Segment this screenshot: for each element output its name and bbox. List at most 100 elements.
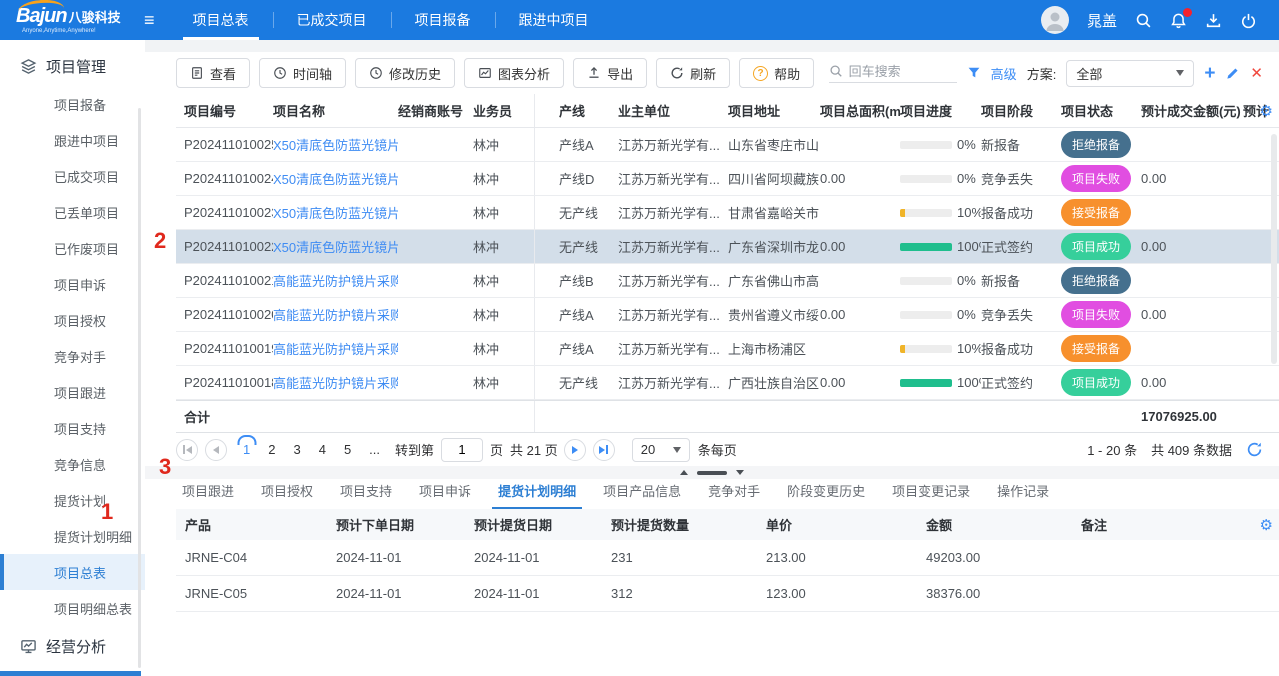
detail-tab-delivery-plan-detail[interactable]: 提货计划明细 [492, 481, 582, 509]
sidebar-item-project-support[interactable]: 项目支持 [0, 410, 145, 446]
download-icon[interactable] [1205, 12, 1222, 29]
col-header-product[interactable]: 产品 [176, 515, 336, 534]
panel-splitter[interactable] [145, 466, 1279, 479]
export-button[interactable]: 导出 [573, 58, 647, 88]
notifications-bell-icon[interactable] [1170, 12, 1187, 29]
sidebar-bottom-scrollbar[interactable] [0, 671, 141, 676]
table-scrollbar[interactable] [1271, 134, 1277, 364]
detail-tab-appeal[interactable]: 项目申诉 [413, 481, 477, 509]
edit-scheme-icon[interactable] [1225, 66, 1240, 81]
project-name-link[interactable]: X50清底色防蓝光镜片... [273, 135, 398, 154]
table-row-selected[interactable]: P202411010022 X50清底色防蓝光镜片... 林冲 无产线 江苏万新… [176, 230, 1279, 264]
goto-page-input[interactable] [441, 438, 483, 462]
project-name-link[interactable]: X50清底色防蓝光镜片... [273, 169, 398, 188]
col-header-pickup-date[interactable]: 预计提货日期 [474, 515, 611, 534]
col-header-stage[interactable]: 项目阶段 [981, 101, 1061, 120]
col-header-area[interactable]: 项目总面积(m²) [820, 101, 900, 120]
page-number-1[interactable]: 1 [234, 442, 259, 457]
table-row[interactable]: P202411010018 高能蓝光防护镜片采购... 林冲 无产线 江苏万新光… [176, 366, 1279, 400]
detail-tab-support[interactable]: 项目支持 [334, 481, 398, 509]
drag-handle[interactable] [697, 471, 727, 475]
col-header-owner[interactable]: 业主单位 [618, 101, 728, 120]
top-tab-project-summary[interactable]: 项目总表 [169, 0, 273, 40]
sidebar-item-delivery-plan[interactable]: 提货计划 [0, 482, 145, 518]
col-header-address[interactable]: 项目地址 [728, 101, 820, 120]
sidebar-item-competition-info[interactable]: 竞争信息 [0, 446, 145, 482]
username[interactable]: 晁盖 [1087, 10, 1117, 31]
top-tab-project-filing[interactable]: 项目报备 [391, 0, 495, 40]
page-number-5[interactable]: 5 [335, 442, 360, 457]
detail-tab-authorization[interactable]: 项目授权 [255, 481, 319, 509]
page-ellipsis[interactable]: ... [360, 442, 389, 457]
detail-tab-change-log[interactable]: 项目变更记录 [886, 481, 976, 509]
sidebar-item-project-appeal[interactable]: 项目申诉 [0, 266, 145, 302]
detail-row[interactable]: JRNE-C04 2024-11-01 2024-11-01 231 213.0… [176, 540, 1279, 576]
table-row[interactable]: P202411010025 X50清底色防蓝光镜片... 林冲 产线A 江苏万新… [176, 128, 1279, 162]
sidebar-item-lost-projects[interactable]: 已丢单项目 [0, 194, 145, 230]
next-page-button[interactable] [564, 439, 586, 461]
user-avatar[interactable] [1041, 6, 1069, 34]
sidebar-scrollbar[interactable] [138, 108, 141, 668]
status-badge[interactable]: 接受报备 [1061, 199, 1131, 226]
status-badge[interactable]: 项目失败 [1061, 301, 1131, 328]
detail-tab-stage-history[interactable]: 阶段变更历史 [781, 481, 871, 509]
add-scheme-icon[interactable]: + [1204, 64, 1215, 83]
status-badge[interactable]: 项目成功 [1061, 233, 1131, 260]
detail-tab-follow-up[interactable]: 项目跟进 [176, 481, 240, 509]
last-page-button[interactable] [593, 439, 615, 461]
col-header-qty[interactable]: 预计提货数量 [611, 515, 766, 534]
col-header-order-date[interactable]: 预计下单日期 [336, 515, 474, 534]
sidebar-item-competitors[interactable]: 竞争对手 [0, 338, 145, 374]
sidebar-item-project-detail-summary[interactable]: 项目明细总表 [0, 590, 145, 626]
sidebar-item-closed-projects[interactable]: 已成交项目 [0, 158, 145, 194]
table-row[interactable]: P202411010019 高能蓝光防护镜片采购... 林冲 产线A 江苏万新光… [176, 332, 1279, 366]
detail-row[interactable]: JRNE-C05 2024-11-01 2024-11-01 312 123.0… [176, 576, 1279, 612]
column-settings-gear-icon[interactable]: ⚙ [1260, 516, 1273, 534]
project-name-link[interactable]: 高能蓝光防护镜片采购... [273, 373, 398, 392]
search-input[interactable] [849, 64, 957, 79]
col-header-line[interactable]: 产线 [534, 94, 618, 127]
top-tab-closed-projects[interactable]: 已成交项目 [273, 0, 391, 40]
sidebar-item-project-follow-up[interactable]: 项目跟进 [0, 374, 145, 410]
col-header-price[interactable]: 单价 [766, 515, 926, 534]
delete-scheme-icon[interactable]: ✕ [1250, 64, 1263, 82]
col-header-salesman[interactable]: 业务员 [473, 101, 534, 120]
page-size-select[interactable]: 20 [632, 438, 690, 462]
power-icon[interactable] [1240, 12, 1257, 29]
sidebar-item-project-summary[interactable]: 项目总表 [0, 554, 145, 590]
sidebar-section-project-management[interactable]: 项目管理 [0, 46, 145, 86]
project-name-link[interactable]: 高能蓝光防护镜片采购... [273, 305, 398, 324]
menu-toggle-icon[interactable]: ≡ [130, 0, 169, 40]
table-row[interactable]: P202411010024 X50清底色防蓝光镜片... 林冲 产线D 江苏万新… [176, 162, 1279, 196]
chart-analysis-button[interactable]: 图表分析 [464, 58, 564, 88]
status-badge[interactable]: 接受报备 [1061, 335, 1131, 362]
table-row[interactable]: P202411010020 高能蓝光防护镜片采购... 林冲 产线A 江苏万新光… [176, 298, 1279, 332]
project-name-link[interactable]: 高能蓝光防护镜片采购... [273, 339, 398, 358]
col-header-dealer[interactable]: 经销商账号 [398, 101, 473, 120]
col-header-id[interactable]: 项目编号 [176, 101, 273, 120]
col-header-status[interactable]: 项目状态 [1061, 101, 1141, 120]
first-page-button[interactable] [176, 439, 198, 461]
collapse-down-icon[interactable] [736, 470, 744, 475]
filter-funnel-icon[interactable] [967, 66, 981, 80]
sidebar-item-following-projects[interactable]: 跟进中项目 [0, 122, 145, 158]
timeline-button[interactable]: 时间轴 [259, 58, 346, 88]
search-icon[interactable] [1135, 12, 1152, 29]
detail-tab-operation-log[interactable]: 操作记录 [991, 481, 1055, 509]
col-header-remark[interactable]: 备注 [1081, 515, 1279, 534]
page-number-3[interactable]: 3 [284, 442, 309, 457]
refresh-button[interactable]: 刷新 [656, 58, 730, 88]
status-badge[interactable]: 项目失败 [1061, 165, 1131, 192]
project-name-link[interactable]: X50清底色防蓝光镜片... [273, 203, 398, 222]
refresh-data-icon[interactable] [1246, 441, 1263, 458]
scheme-select[interactable]: 全部 [1066, 60, 1194, 87]
sidebar-item-delivery-plan-detail[interactable]: 提货计划明细 [0, 518, 145, 554]
status-badge[interactable]: 拒绝报备 [1061, 267, 1131, 294]
column-settings-gear-icon[interactable]: ⚙ [1260, 102, 1273, 120]
status-badge[interactable]: 项目成功 [1061, 369, 1131, 396]
project-name-link[interactable]: X50清底色防蓝光镜片... [273, 237, 398, 256]
sidebar-section-business-analysis[interactable]: 经营分析 [0, 626, 145, 666]
table-row[interactable]: P202411010021 高能蓝光防护镜片采购... 林冲 产线B 江苏万新光… [176, 264, 1279, 298]
prev-page-button[interactable] [205, 439, 227, 461]
detail-tab-product-info[interactable]: 项目产品信息 [597, 481, 687, 509]
